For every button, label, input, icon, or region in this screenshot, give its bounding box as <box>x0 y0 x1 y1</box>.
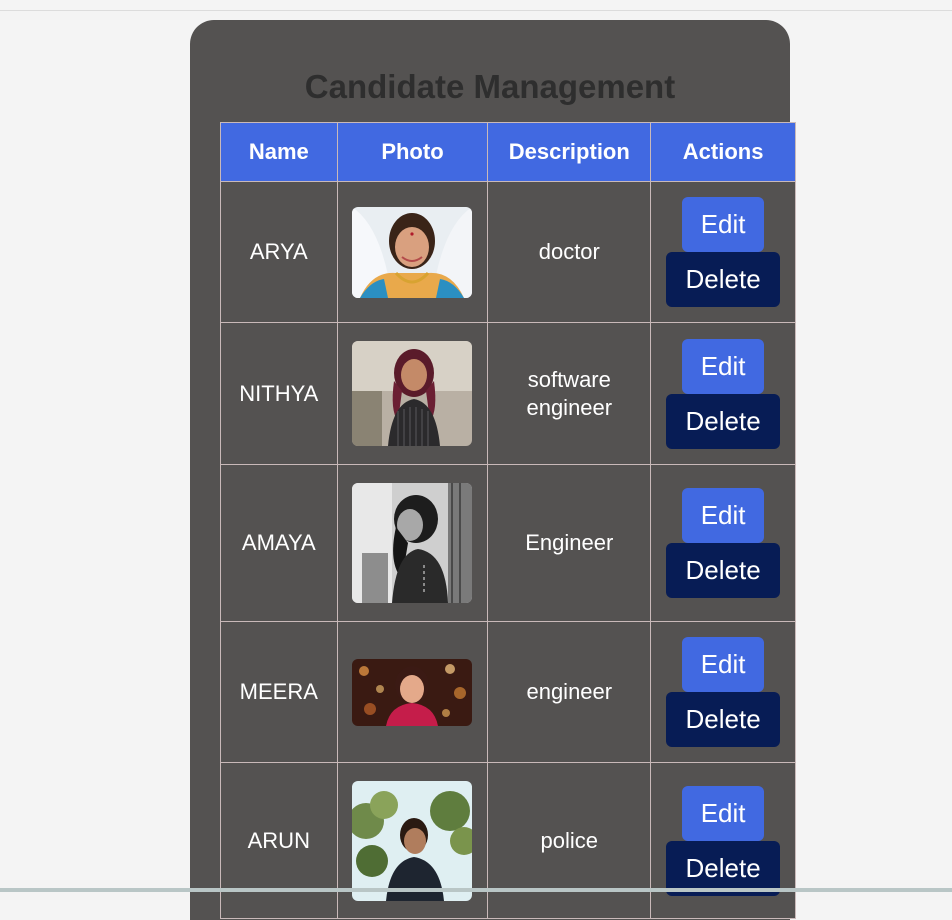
actions-cell: Edit Delete <box>650 464 796 622</box>
candidate-description: police <box>487 762 652 919</box>
candidate-name: NITHYA <box>220 322 338 465</box>
delete-button[interactable]: Delete <box>666 692 781 747</box>
delete-button[interactable]: Delete <box>666 543 781 598</box>
photo-cell <box>336 621 489 763</box>
actions-cell: Edit Delete <box>650 621 796 763</box>
bottom-divider <box>0 888 952 892</box>
candidate-photo <box>352 780 473 901</box>
delete-button[interactable]: Delete <box>666 252 781 307</box>
table-row: ARUN police Edit Delete <box>220 762 796 919</box>
photo-cell <box>336 464 489 622</box>
edit-button[interactable]: Edit <box>682 338 765 394</box>
candidate-name: MEERA <box>220 621 338 763</box>
header-photo: Photo <box>336 122 489 182</box>
header-actions: Actions <box>650 122 796 182</box>
candidate-name: AMAYA <box>220 464 338 622</box>
header-description: Description <box>487 122 652 182</box>
edit-button[interactable]: Edit <box>682 197 765 252</box>
edit-button[interactable]: Edit <box>682 785 765 841</box>
candidate-name: ARYA <box>220 181 338 323</box>
candidate-description: engineer <box>487 621 652 763</box>
table-row: MEERA engineer Edit Delete <box>220 621 796 763</box>
candidate-photo <box>352 483 473 603</box>
header-name: Name <box>220 122 338 182</box>
candidate-photo <box>352 341 473 446</box>
candidate-photo <box>352 206 473 298</box>
photo-cell <box>336 181 489 323</box>
actions-cell: Edit Delete <box>650 181 796 323</box>
delete-button[interactable]: Delete <box>666 393 781 449</box>
table-header-row: Name Photo Description Actions <box>220 122 796 182</box>
candidate-description: doctor <box>487 181 652 323</box>
top-divider <box>0 10 952 11</box>
actions-cell: Edit Delete <box>650 322 796 465</box>
candidate-name: ARUN <box>220 762 338 919</box>
edit-button[interactable]: Edit <box>682 488 765 543</box>
photo-cell <box>336 762 489 919</box>
candidate-description: software engineer <box>487 322 652 465</box>
table-row: AMAYA Engineer Edit Delete <box>220 464 796 622</box>
candidate-photo <box>352 658 473 726</box>
edit-button[interactable]: Edit <box>682 637 765 692</box>
candidate-table: Name Photo Description Actions ARYA doct… <box>220 122 796 919</box>
candidate-description: Engineer <box>487 464 652 622</box>
actions-cell: Edit Delete <box>650 762 796 919</box>
table-row: NITHYA software engineer Edit Delete <box>220 322 796 465</box>
table-row: ARYA doctor Edit Delete <box>220 181 796 323</box>
photo-cell <box>336 322 489 465</box>
page-title: Candidate Management <box>304 68 676 105</box>
